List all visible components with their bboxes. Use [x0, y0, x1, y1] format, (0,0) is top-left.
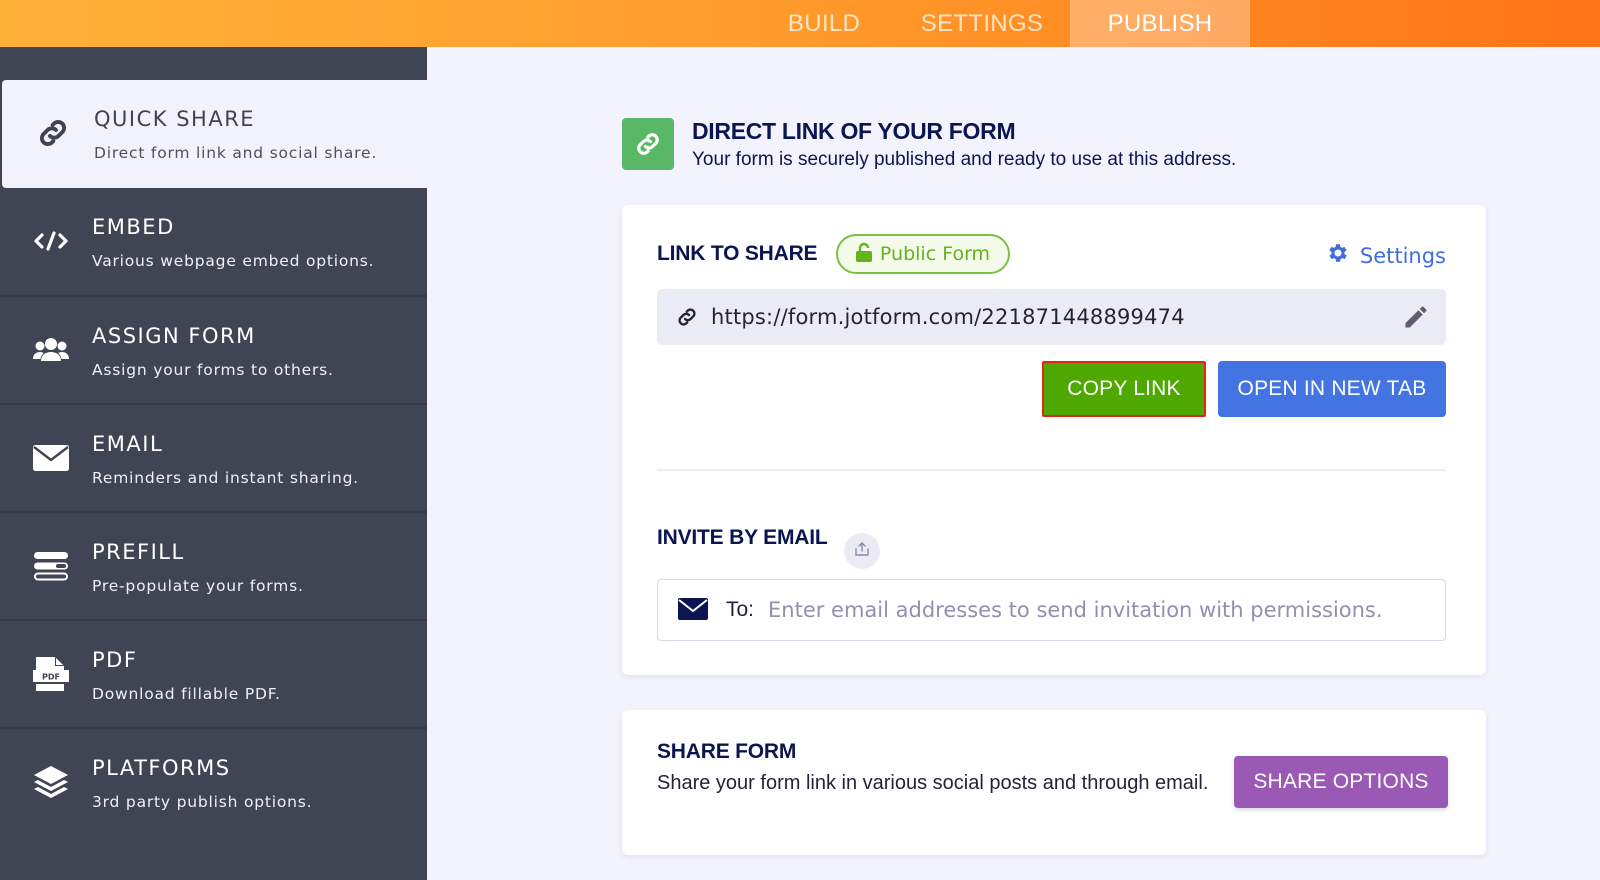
share-upload-icon — [854, 541, 870, 562]
unlock-icon — [855, 242, 872, 267]
settings-link[interactable]: Settings — [1326, 241, 1446, 270]
sidebar-item-pdf[interactable]: PDF PDF Download fillable PDF. — [0, 619, 427, 727]
public-form-label: Public Form — [879, 243, 991, 265]
to-label: To: — [726, 598, 755, 621]
page-title: DIRECT LINK OF YOUR FORM — [692, 118, 1016, 144]
sidebar-item-title: EMAIL — [92, 432, 164, 456]
sidebar-item-desc: Pre-populate your forms. — [92, 577, 304, 595]
sidebar-item-title: QUICK SHARE — [94, 107, 256, 131]
sidebar-item-title: PREFILL — [92, 540, 185, 564]
prefill-icon — [32, 547, 70, 585]
sidebar-item-desc: Various webpage embed options. — [92, 252, 375, 270]
sidebar-item-embed[interactable]: EMBED Various webpage embed options. — [0, 188, 427, 296]
link-icon — [673, 303, 701, 331]
sidebar-item-assign-form[interactable]: ASSIGN FORM Assign your forms to others. — [0, 295, 427, 403]
sidebar-item-desc: Direct form link and social share. — [94, 144, 378, 162]
tab-settings[interactable]: SETTINGS — [894, 0, 1070, 47]
pdf-icon: PDF — [32, 655, 70, 693]
sidebar-item-desc: 3rd party publish options. — [92, 793, 313, 811]
form-url-text: https://form.jotform.com/221871448899474 — [711, 305, 1185, 329]
sidebar-item-desc: Assign your forms to others. — [92, 361, 334, 379]
sidebar-item-title: ASSIGN FORM — [92, 324, 256, 348]
sidebar: QUICK SHARE Direct form link and social … — [0, 47, 427, 880]
top-bar: BUILD SETTINGS PUBLISH — [0, 0, 1600, 47]
sidebar-item-desc: Reminders and instant sharing. — [92, 469, 359, 487]
share-form-title: SHARE FORM — [657, 740, 797, 763]
copy-link-button[interactable]: COPY LINK — [1042, 361, 1206, 417]
share-upload-button[interactable] — [844, 533, 880, 569]
invite-email-field[interactable]: To: — [657, 579, 1446, 641]
envelope-icon — [32, 439, 70, 477]
top-nav: BUILD SETTINGS PUBLISH — [754, 0, 1250, 47]
layers-icon — [32, 763, 70, 801]
sidebar-item-platforms[interactable]: PLATFORMS 3rd party publish options. — [0, 727, 427, 835]
sidebar-item-desc: Download fillable PDF. — [92, 685, 281, 703]
sidebar-item-title: PDF — [92, 648, 138, 672]
tab-publish[interactable]: PUBLISH — [1070, 0, 1250, 47]
sidebar-item-title: PLATFORMS — [92, 756, 231, 780]
gear-icon — [1326, 241, 1350, 270]
users-icon — [32, 331, 70, 369]
open-in-new-tab-button[interactable]: OPEN IN NEW TAB — [1218, 361, 1446, 417]
share-form-desc: Share your form link in various social p… — [657, 772, 1209, 794]
code-icon — [32, 222, 70, 260]
share-options-button[interactable]: SHARE OPTIONS — [1234, 756, 1448, 808]
tab-build[interactable]: BUILD — [754, 0, 894, 47]
link-icon — [34, 114, 72, 152]
public-form-badge[interactable]: Public Form — [836, 234, 1010, 274]
sidebar-item-prefill[interactable]: PREFILL Pre-populate your forms. — [0, 511, 427, 619]
page-subtitle: Your form is securely published and read… — [692, 149, 1237, 170]
sidebar-item-quick-share[interactable]: QUICK SHARE Direct form link and social … — [2, 80, 427, 188]
direct-link-icon — [622, 118, 674, 170]
sidebar-item-email[interactable]: EMAIL Reminders and instant sharing. — [0, 403, 427, 511]
settings-label: Settings — [1359, 243, 1446, 268]
link-to-share-label: LINK TO SHARE — [657, 242, 818, 265]
envelope-icon — [678, 598, 708, 622]
pencil-icon[interactable] — [1402, 303, 1430, 331]
form-url-field[interactable]: https://form.jotform.com/221871448899474 — [657, 289, 1446, 345]
svg-text:PDF: PDF — [42, 673, 60, 682]
link-card: LINK TO SHARE Public Form Settings https… — [622, 205, 1486, 675]
sidebar-item-title: EMBED — [92, 215, 175, 239]
email-input[interactable] — [768, 598, 1409, 622]
share-form-card: SHARE FORM Share your form link in vario… — [622, 710, 1486, 855]
invite-by-email-label: INVITE BY EMAIL — [657, 526, 828, 549]
divider — [657, 469, 1446, 471]
